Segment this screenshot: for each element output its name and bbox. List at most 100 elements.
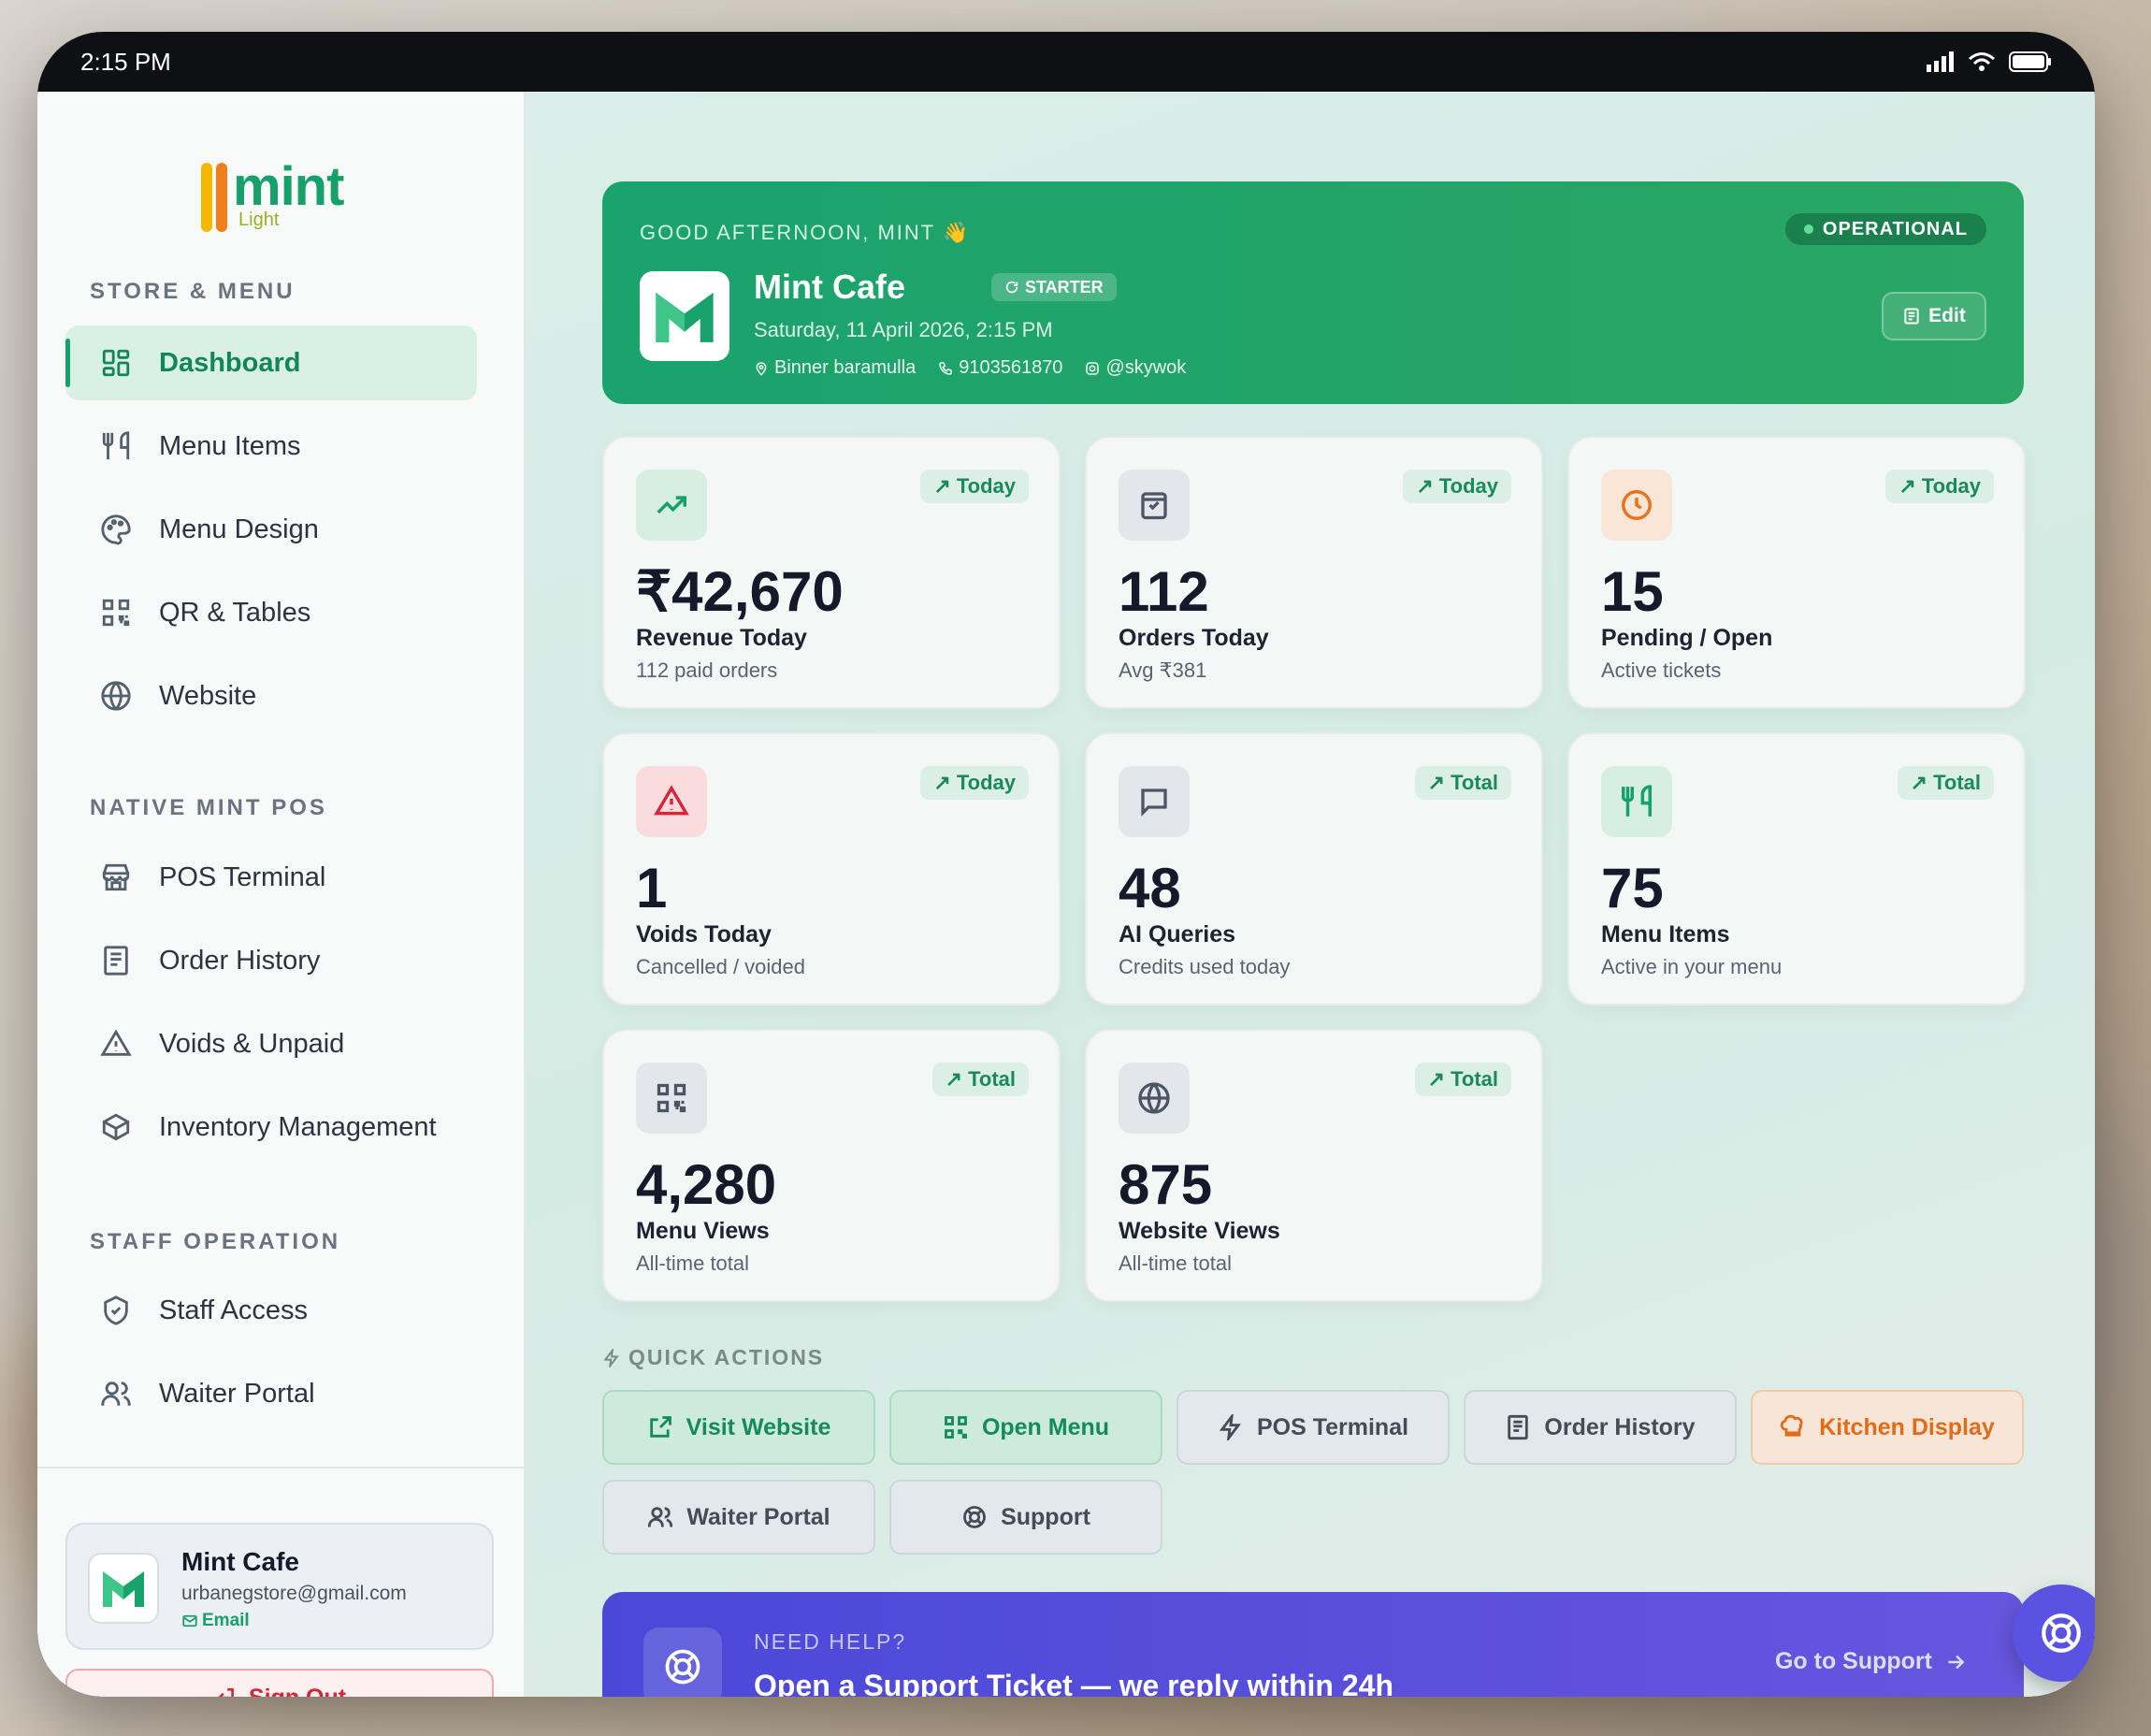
stat-card-website-views[interactable]: ↗ Total 875 Website Views All-time total xyxy=(1085,1029,1543,1302)
go-to-support-link[interactable]: Go to Support xyxy=(1775,1648,1968,1675)
stat-tag: ↗ Total xyxy=(1414,766,1511,800)
store-location: Binner baramulla xyxy=(754,357,916,379)
sidebar-item-menu-design[interactable]: Menu Design xyxy=(65,492,477,567)
shield-icon xyxy=(97,1292,135,1329)
stat-value: 48 xyxy=(1119,857,1181,919)
kitchen-display-button[interactable]: Kitchen Display xyxy=(1751,1390,2024,1465)
mint-logo[interactable]: mint Light xyxy=(201,155,369,239)
stat-label: Menu Items xyxy=(1601,921,1730,948)
sidebar-item-pos-terminal[interactable]: POS Terminal xyxy=(65,840,477,915)
support-banner[interactable]: NEED HELP? Open a Support Ticket — we re… xyxy=(602,1592,2024,1697)
stat-value: 4,280 xyxy=(636,1153,777,1216)
globe-icon xyxy=(97,677,135,715)
warning-icon xyxy=(97,1025,135,1063)
external-link-icon xyxy=(649,1416,671,1438)
sidebar-item-label: Dashboard xyxy=(159,347,301,378)
sidebar-item-waiter-portal[interactable]: Waiter Portal xyxy=(65,1356,477,1431)
profile-email-badge: Email xyxy=(181,1611,250,1631)
stat-tag-label: Today xyxy=(1438,474,1498,498)
stat-sub: 112 paid orders xyxy=(636,658,778,682)
phone-text: 9103561870 xyxy=(959,357,1063,378)
wifi-icon xyxy=(1969,52,1995,71)
quick-actions-title: QUICK ACTIONS xyxy=(602,1345,824,1370)
profile-card[interactable]: Mint Cafe urbanegstore@gmail.com Email xyxy=(65,1523,494,1650)
battery-icon xyxy=(2009,51,2051,72)
current-date: Saturday, 11 April 2026, 2:15 PM xyxy=(754,318,1053,341)
stat-value: 1 xyxy=(636,857,668,919)
support-button[interactable]: Support xyxy=(889,1480,1162,1555)
status-bar: 2:15 PM xyxy=(37,32,2095,92)
pos-terminal-button[interactable]: POS Terminal xyxy=(1177,1390,1450,1465)
arrow-up-right-icon: ↗ xyxy=(945,1067,963,1091)
users-icon xyxy=(648,1507,673,1527)
sidebar-item-staff-access[interactable]: Staff Access xyxy=(65,1273,477,1348)
receipt-icon xyxy=(1508,1414,1529,1440)
help-kicker: NEED HELP? xyxy=(754,1629,907,1654)
alert-icon xyxy=(636,766,707,837)
stat-sub: Active tickets xyxy=(1601,658,1722,682)
stat-tag-label: Today xyxy=(956,474,1016,498)
status-icons xyxy=(1927,51,2052,72)
store-header-card: GOOD AFTERNOON, MINT 👋 Mint Cafe STARTER… xyxy=(602,181,2024,404)
stat-card-voids[interactable]: ↗ Today 1 Voids Today Cancelled / voided xyxy=(602,732,1061,1005)
store-meta: Binner baramulla 9103561870 @skywok xyxy=(754,357,1186,379)
sign-out-button[interactable]: Sign Out xyxy=(65,1669,494,1697)
stat-sub: Cancelled / voided xyxy=(636,955,806,978)
stat-card-menu-items[interactable]: ↗ Total 75 Menu Items Active in your menu xyxy=(1567,732,2026,1005)
stat-label: Pending / Open xyxy=(1601,625,1773,651)
qr-icon xyxy=(945,1416,967,1439)
stat-tag-label: Today xyxy=(1921,474,1981,498)
visit-website-button[interactable]: Visit Website xyxy=(602,1390,875,1465)
section-title-pos: NATIVE MINT POS xyxy=(90,795,327,820)
stat-sub: Active in your menu xyxy=(1601,955,1783,978)
arrow-up-right-icon: ↗ xyxy=(933,771,951,794)
open-menu-button[interactable]: Open Menu xyxy=(889,1390,1162,1465)
sidebar-item-label: Menu Items xyxy=(159,430,301,461)
box-icon xyxy=(97,1108,135,1146)
stat-card-pending[interactable]: ↗ Today 15 Pending / Open Active tickets xyxy=(1567,436,2026,709)
avatar xyxy=(88,1553,159,1624)
stat-card-menu-views[interactable]: ↗ Total 4,280 Menu Views All-time total xyxy=(602,1029,1061,1302)
edit-label: Edit xyxy=(1928,305,1966,326)
sidebar-item-qr-tables[interactable]: QR & Tables xyxy=(65,575,477,650)
order-history-button[interactable]: Order History xyxy=(1464,1390,1737,1465)
stat-tag: ↗ Today xyxy=(920,766,1029,800)
arrow-up-right-icon: ↗ xyxy=(933,474,951,498)
qr-icon xyxy=(97,594,135,631)
stat-card-orders[interactable]: ↗ Today 112 Orders Today Avg ₹381 xyxy=(1085,436,1543,709)
bolt-icon xyxy=(1219,1414,1241,1440)
sidebar-item-website[interactable]: Website xyxy=(65,658,477,733)
utensils-icon xyxy=(97,427,135,465)
stat-value: 75 xyxy=(1601,857,1664,919)
stat-label: Menu Views xyxy=(636,1218,770,1244)
sidebar-item-dashboard[interactable]: Dashboard xyxy=(65,326,477,400)
lifebuoy-icon xyxy=(643,1628,722,1697)
sidebar-item-menu-items[interactable]: Menu Items xyxy=(65,409,477,484)
stat-tag-label: Total xyxy=(968,1067,1016,1091)
edit-button[interactable]: Edit xyxy=(1882,292,1986,340)
stat-card-revenue[interactable]: ↗ Today ₹42,670 Revenue Today 112 paid or… xyxy=(602,436,1061,709)
location-text: Binner baramulla xyxy=(774,357,917,378)
logo-bar-yellow xyxy=(201,163,212,232)
handle-text: @skywok xyxy=(1105,357,1187,378)
edit-icon xyxy=(1904,308,1919,325)
stat-label: Revenue Today xyxy=(636,625,807,651)
location-pin-icon xyxy=(756,361,767,376)
stat-card-ai-queries[interactable]: ↗ Total 48 AI Queries Credits used today xyxy=(1085,732,1543,1005)
dashboard-icon xyxy=(97,344,135,382)
clock-icon xyxy=(1601,470,1672,541)
users-icon xyxy=(97,1375,135,1412)
button-label: Open Menu xyxy=(981,1413,1110,1440)
sidebar-item-label: Website xyxy=(159,680,257,711)
sidebar-item-voids-unpaid[interactable]: Voids & Unpaid xyxy=(65,1006,477,1081)
waiter-portal-button[interactable]: Waiter Portal xyxy=(602,1480,875,1555)
sign-out-label: Sign Out xyxy=(249,1685,346,1698)
sidebar-item-inventory[interactable]: Inventory Management xyxy=(65,1090,477,1165)
sidebar-divider xyxy=(37,1467,526,1468)
stat-sub: Avg ₹381 xyxy=(1119,658,1207,682)
store-handle: @skywok xyxy=(1085,357,1186,379)
go-to-support-label: Go to Support xyxy=(1774,1648,1932,1674)
sidebar-item-order-history[interactable]: Order History xyxy=(65,923,477,998)
stat-label: Voids Today xyxy=(636,921,772,948)
instagram-icon xyxy=(1086,361,1100,375)
